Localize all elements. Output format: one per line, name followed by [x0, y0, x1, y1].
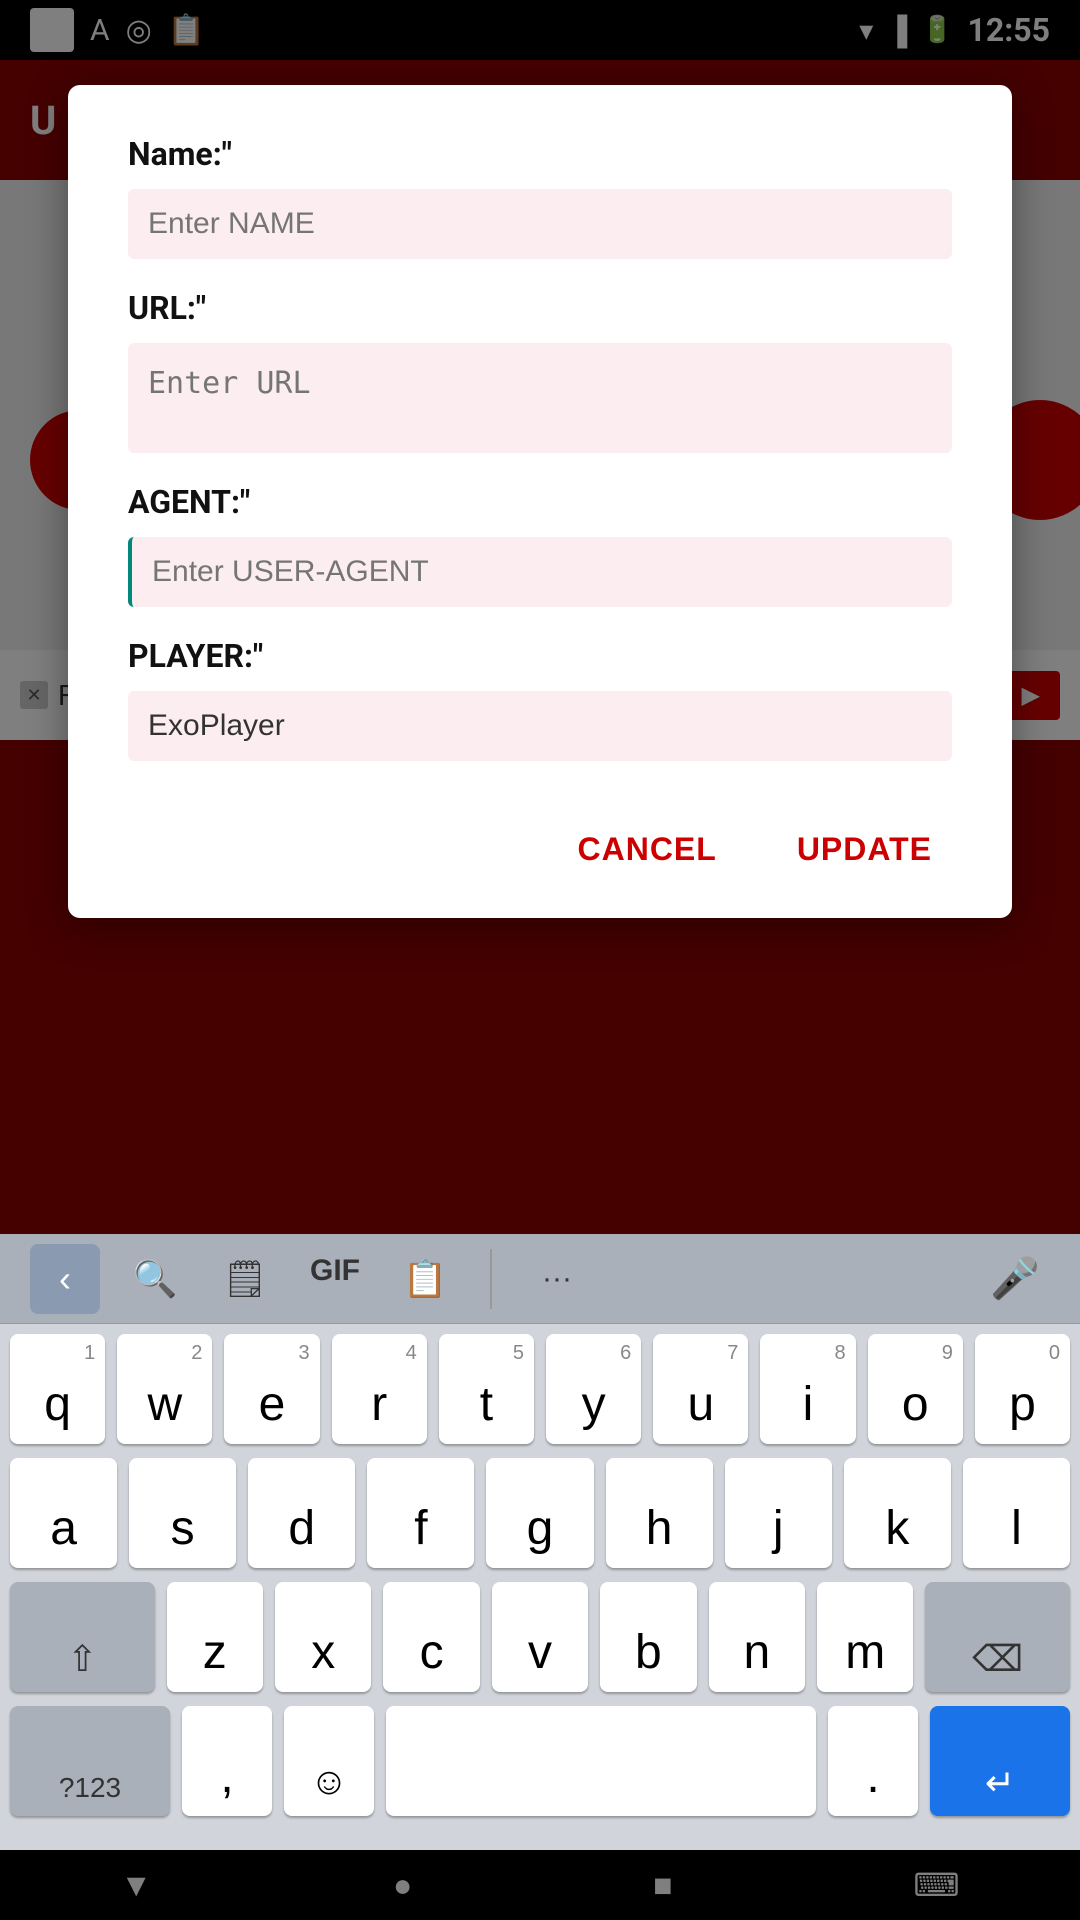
key-w[interactable]: 2w	[117, 1334, 212, 1444]
space-key[interactable]	[386, 1706, 816, 1816]
key-p[interactable]: 0p	[975, 1334, 1070, 1444]
key-row-4: ?123 , ☺ . ↵	[10, 1706, 1070, 1816]
key-f[interactable]: f	[367, 1458, 474, 1568]
url-label: URL:"	[128, 289, 952, 327]
key-v[interactable]: v	[492, 1582, 588, 1692]
key-row-2: a s d f g h j k l	[10, 1458, 1070, 1568]
key-m[interactable]: m	[817, 1582, 913, 1692]
key-h[interactable]: h	[606, 1458, 713, 1568]
key-e[interactable]: 3e	[224, 1334, 319, 1444]
key-d[interactable]: d	[248, 1458, 355, 1568]
keyboard-mic-button[interactable]: 🎤	[980, 1244, 1050, 1314]
sticker-icon: 🗒	[222, 1258, 268, 1300]
name-label: Name:"	[128, 135, 952, 173]
key-q[interactable]: 1q	[10, 1334, 105, 1444]
agent-label: AGENT:"	[128, 483, 952, 521]
key-n[interactable]: n	[709, 1582, 805, 1692]
keyboard-back-button[interactable]: ‹	[30, 1244, 100, 1314]
key-r[interactable]: 4r	[332, 1334, 427, 1444]
search-icon: 🔍	[133, 1258, 178, 1300]
key-period[interactable]: .	[828, 1706, 918, 1816]
name-input[interactable]	[128, 189, 952, 259]
keyboard-clipboard-button[interactable]: 📋	[390, 1244, 460, 1314]
update-button[interactable]: UPDATE	[777, 821, 952, 878]
agent-input[interactable]	[128, 537, 952, 607]
key-a[interactable]: a	[10, 1458, 117, 1568]
key-x[interactable]: x	[275, 1582, 371, 1692]
enter-key[interactable]: ↵	[930, 1706, 1070, 1816]
key-u[interactable]: 7u	[653, 1334, 748, 1444]
mic-icon: 🎤	[990, 1255, 1040, 1302]
keyboard-rows: 1q 2w 3e 4r 5t 6y 7u 8i 9o 0p a s d f g …	[0, 1324, 1080, 1840]
key-comma[interactable]: ,	[182, 1706, 272, 1816]
keyboard-toolbar: ‹ 🔍 🗒 GIF 📋 ··· 🎤	[0, 1234, 1080, 1324]
keyboard-separator	[490, 1249, 492, 1309]
key-g[interactable]: g	[486, 1458, 593, 1568]
shift-key[interactable]: ⇧	[10, 1582, 155, 1692]
key-i[interactable]: 8i	[760, 1334, 855, 1444]
key-c[interactable]: c	[383, 1582, 479, 1692]
key-y[interactable]: 6y	[546, 1334, 641, 1444]
keyboard-more-button[interactable]: ···	[522, 1244, 592, 1314]
key-b[interactable]: b	[600, 1582, 696, 1692]
key-k[interactable]: k	[844, 1458, 951, 1568]
player-input[interactable]	[128, 691, 952, 761]
dialog-actions: CANCEL UPDATE	[128, 811, 952, 878]
key-row-3: ⇧ z x c v b n m ⌫	[10, 1582, 1070, 1692]
back-arrow-icon: ‹	[59, 1258, 71, 1300]
clipboard-icon: 📋	[403, 1258, 448, 1300]
keyboard-search-button[interactable]: 🔍	[120, 1244, 190, 1314]
player-label: PLAYER:"	[128, 637, 952, 675]
keyboard-gif-button[interactable]: GIF	[300, 1244, 370, 1314]
cancel-button[interactable]: CANCEL	[557, 821, 736, 878]
keyboard: ‹ 🔍 🗒 GIF 📋 ··· 🎤 1q 2w 3e 4r 5t 6y 7u	[0, 1234, 1080, 1850]
url-input[interactable]	[128, 343, 952, 453]
key-row-1: 1q 2w 3e 4r 5t 6y 7u 8i 9o 0p	[10, 1334, 1070, 1444]
delete-key[interactable]: ⌫	[925, 1582, 1070, 1692]
key-j[interactable]: j	[725, 1458, 832, 1568]
edit-dialog: Name:" URL:" AGENT:" PLAYER:" CANCEL UPD…	[68, 85, 1012, 918]
key-t[interactable]: 5t	[439, 1334, 534, 1444]
more-icon: ···	[542, 1262, 572, 1296]
emoji-key[interactable]: ☺	[284, 1706, 374, 1816]
key-z[interactable]: z	[167, 1582, 263, 1692]
key-l[interactable]: l	[963, 1458, 1070, 1568]
symbols-key[interactable]: ?123	[10, 1706, 170, 1816]
key-o[interactable]: 9o	[868, 1334, 963, 1444]
keyboard-sticker-button[interactable]: 🗒	[210, 1244, 280, 1314]
key-s[interactable]: s	[129, 1458, 236, 1568]
